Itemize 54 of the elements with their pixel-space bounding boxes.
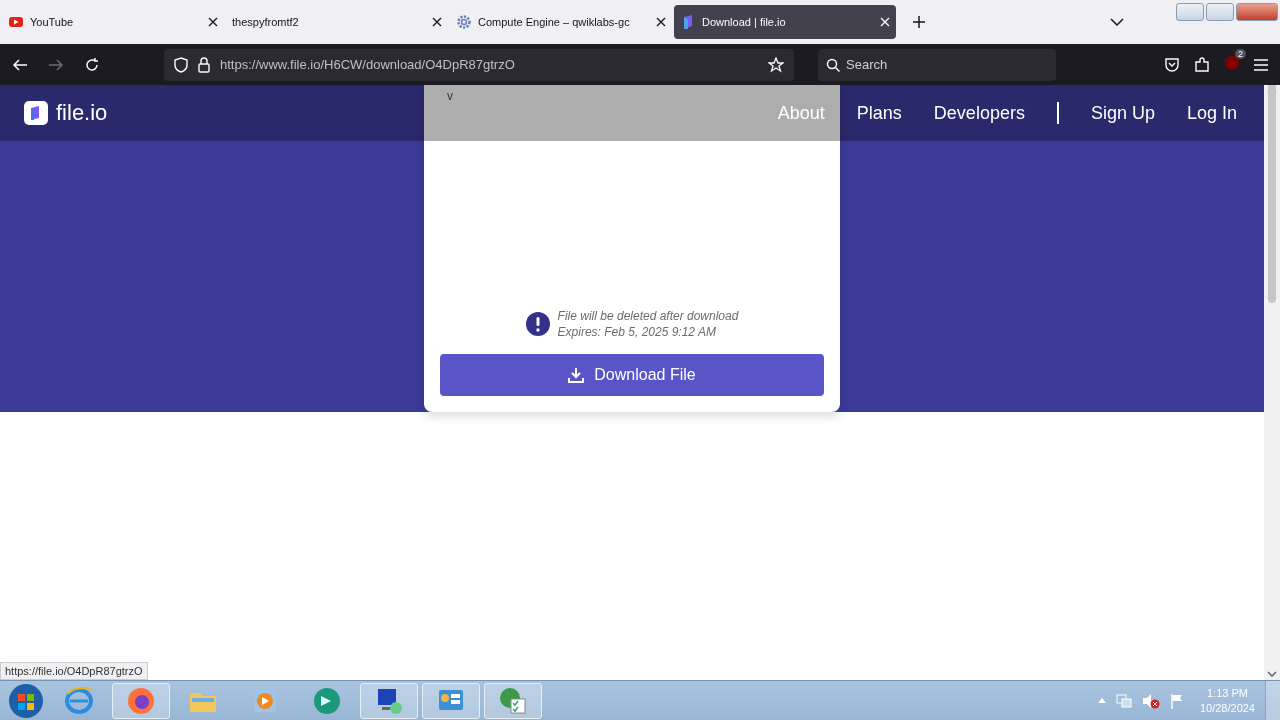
browser-icon [64,685,94,716]
browser-tab[interactable]: YouTube [2,5,224,39]
nav-link[interactable]: Sign Up [1090,102,1155,124]
taskbar-app[interactable] [112,682,170,719]
address-bar[interactable]: https://www.file.io/H6CW/download/O4DpR87gtrzO [164,48,794,81]
count-badge: 2 [1235,48,1246,59]
star-icon[interactable] [768,56,784,73]
cube-icon [24,101,48,125]
taskbar-app[interactable] [484,682,542,719]
minimize-button[interactable] [1176,3,1204,21]
overlay-text: v [447,89,453,103]
close-button[interactable] [1236,3,1278,21]
reload-icon[interactable] [84,56,100,73]
orb-icon [312,685,342,716]
flag-icon[interactable] [1169,692,1184,709]
scrollbar-thumb[interactable] [1268,85,1276,303]
status-url: https://file.io/O4DpR87gtrzO [0,662,148,680]
browser-tab[interactable]: Download | file.io [674,5,896,39]
nav-link[interactable]: Plans [856,102,902,124]
video-icon [8,14,24,30]
menu-icon[interactable] [1254,58,1268,71]
shield-icon [174,56,188,73]
extension-icon[interactable] [1224,54,1240,71]
close-icon[interactable] [656,17,666,27]
exclamation-icon [525,312,550,336]
nav-link[interactable]: Developers [933,102,1025,124]
close-icon[interactable] [432,17,442,27]
lock-icon [198,56,210,73]
close-icon[interactable] [208,17,218,27]
globe-checklist-icon [498,685,528,716]
forward-icon[interactable] [48,56,64,73]
pocket-icon[interactable] [1164,56,1180,73]
start-icon[interactable] [6,681,46,720]
caret-up-icon[interactable] [1097,698,1106,703]
puzzle-icon[interactable] [1194,56,1210,73]
download-icon [568,367,585,383]
gear-icon [456,14,472,30]
firefox-icon [126,685,156,716]
chevron-down-icon[interactable] [1110,17,1124,27]
muted-speaker-icon[interactable] [1141,692,1160,709]
taskbar-app[interactable] [422,682,480,719]
search-field[interactable]: Search [818,48,1056,81]
site-logo[interactable]: file.io [24,100,108,126]
back-icon[interactable] [12,56,28,73]
browser-tab[interactable]: Compute Engine – qwiklabs-gc [450,5,672,39]
taskbar-app[interactable] [360,682,418,719]
download-button[interactable]: Download File [440,354,824,396]
notice-text: File will be deleted after download Expires: Feb 5, 2025 9:12 AM [557,308,739,340]
nav-link[interactable]: Log In [1186,102,1237,124]
restore-button[interactable] [1206,3,1234,21]
scroll-down-icon[interactable] [1267,671,1277,677]
plus-icon[interactable] [912,15,926,29]
browser-tab[interactable]: thespyfromtf2 [226,5,448,39]
search-icon [826,57,840,72]
